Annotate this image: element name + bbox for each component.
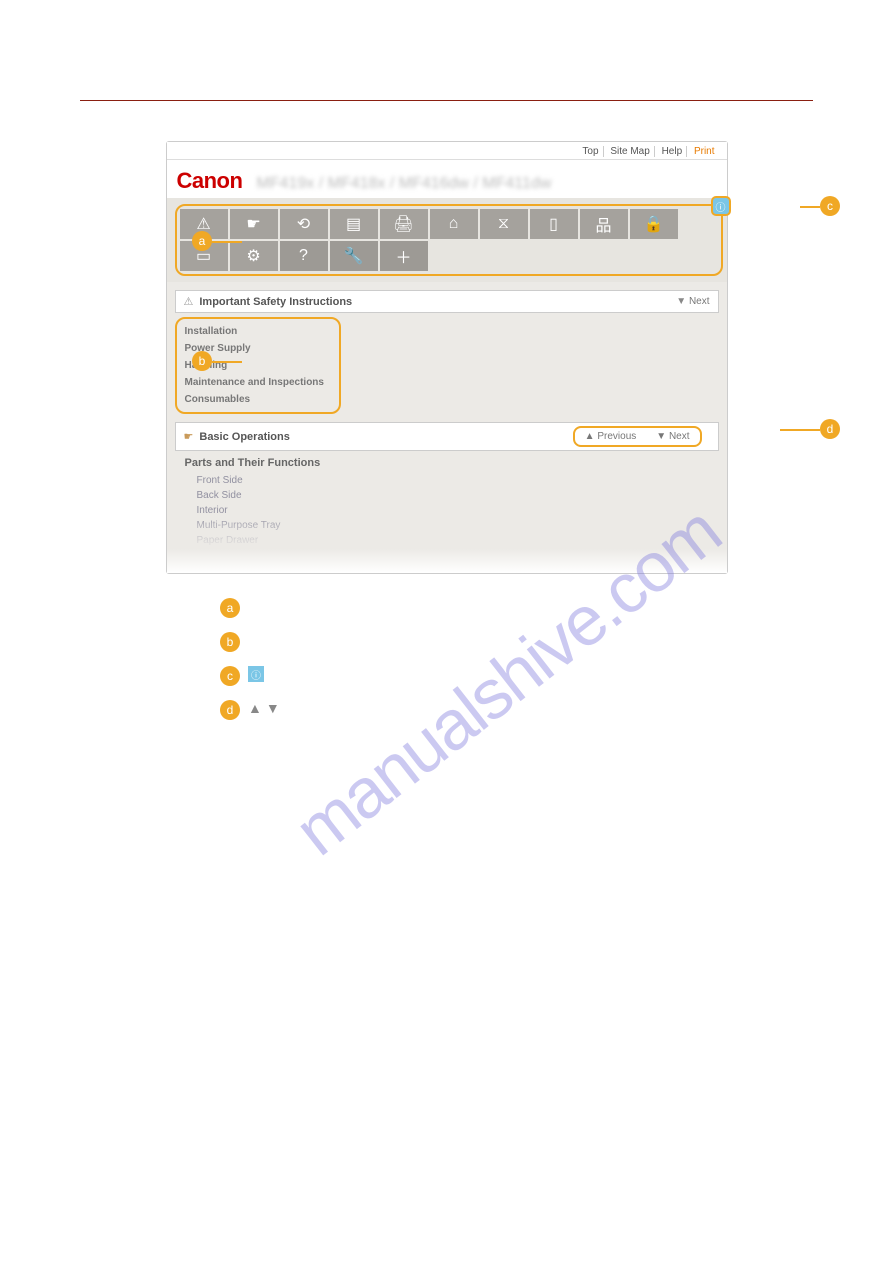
parts-list: Parts and Their Functions Front Side Bac…: [167, 451, 727, 573]
callout-line: [780, 429, 820, 431]
callout-line: [212, 241, 242, 243]
legend-badge-d: d: [220, 700, 240, 720]
callout-c-badge: c: [820, 196, 840, 216]
brand-row: Canon MF419x / MF418x / MF416dw / MF411d…: [167, 160, 727, 198]
model-text: MF419x / MF418x / MF416dw / MF411dw: [256, 175, 551, 193]
tool-doc-icon[interactable]: ▤: [330, 209, 378, 239]
tool-hand-icon[interactable]: ☛: [230, 209, 278, 239]
nav-top[interactable]: Top: [578, 146, 603, 157]
section-basic-ops-title: Basic Operations: [199, 431, 564, 443]
toolbar-highlight-a: ⚠ ☛ ⟲ ▤ 🖨 ⌂ ⧖ ▯ 品 🔒 ▭ ⚙ ? 🔧 ＋: [175, 204, 723, 276]
tool-refresh-icon[interactable]: ⟲: [280, 209, 328, 239]
up-triangle-icon: ▲: [248, 700, 262, 716]
list-item[interactable]: Multi-Purpose Tray: [185, 518, 709, 533]
section-safety: ⚠ Important Safety Instructions Next: [175, 290, 719, 313]
legend-item-b: b: [220, 632, 813, 652]
parts-heading[interactable]: Parts and Their Functions: [185, 457, 709, 469]
tool-scan-icon[interactable]: ⌂: [430, 209, 478, 239]
legend-badge-b: b: [220, 632, 240, 652]
doc-top-nav: Top Site Map Help Print: [167, 142, 727, 160]
chapter-item[interactable]: Installation: [183, 323, 333, 340]
expand-all-icon: ⓘ: [248, 666, 264, 682]
top-rule: [80, 100, 813, 101]
callout-b-badge: b: [192, 351, 212, 371]
section-safety-next[interactable]: Next: [676, 296, 709, 307]
nav-sitemap[interactable]: Site Map: [606, 146, 654, 157]
chapter-item[interactable]: Consumables: [183, 391, 333, 408]
tool-gear-icon[interactable]: ⚙: [230, 241, 278, 271]
list-item[interactable]: Operation Panel: [185, 548, 709, 563]
callout-line: [212, 361, 242, 363]
chapter-item[interactable]: Maintenance and Inspections: [183, 374, 333, 391]
tool-wrench-icon[interactable]: 🔧: [330, 241, 378, 271]
legend-badge-a: a: [220, 598, 240, 618]
down-triangle-icon: ▼: [266, 700, 280, 716]
warning-icon: ⚠: [184, 295, 194, 308]
callout-a-badge: a: [192, 231, 212, 251]
tool-network-icon[interactable]: 品: [580, 209, 628, 239]
legend-item-d: d ▲ ▼: [220, 700, 813, 720]
tool-plus-icon[interactable]: ＋: [380, 241, 428, 271]
tool-print-icon[interactable]: 🖨: [380, 209, 428, 239]
tool-help-icon[interactable]: ?: [280, 241, 328, 271]
tool-mobile-icon[interactable]: ▯: [530, 209, 578, 239]
nav-print[interactable]: Print: [690, 146, 719, 157]
tool-timer-icon[interactable]: ⧖: [480, 209, 528, 239]
list-item[interactable]: Interior: [185, 503, 709, 518]
category-toolbar: ⚠ ☛ ⟲ ▤ 🖨 ⌂ ⧖ ▯ 品 🔒 ▭ ⚙ ? 🔧 ＋: [179, 208, 719, 272]
section-basic-ops: ☛ Basic Operations ▲ Previous ▼ Next: [175, 422, 719, 451]
list-item[interactable]: Back Side: [185, 488, 709, 503]
callout-line: [800, 206, 820, 208]
expand-all-icon[interactable]: ⓘ: [711, 196, 731, 216]
legend-badge-c: c: [220, 666, 240, 686]
hand-icon: ☛: [184, 430, 194, 443]
prevnext-highlight-d: ▲ Previous ▼ Next: [573, 426, 702, 447]
manual-screenshot: Top Site Map Help Print Canon MF419x / M…: [166, 141, 728, 574]
next-link[interactable]: ▼ Next: [646, 428, 699, 445]
legend-item-a: a: [220, 598, 813, 618]
list-item[interactable]: Front Side: [185, 473, 709, 488]
section-safety-title: Important Safety Instructions: [199, 296, 676, 308]
tool-lock-icon[interactable]: 🔒: [630, 209, 678, 239]
prev-link[interactable]: ▲ Previous: [575, 428, 647, 445]
nav-help[interactable]: Help: [658, 146, 688, 157]
list-item[interactable]: Paper Drawer: [185, 533, 709, 548]
callout-d-badge: d: [820, 419, 840, 439]
brand-logo: Canon: [177, 168, 243, 194]
legend-item-c: c ⓘ: [220, 666, 813, 686]
